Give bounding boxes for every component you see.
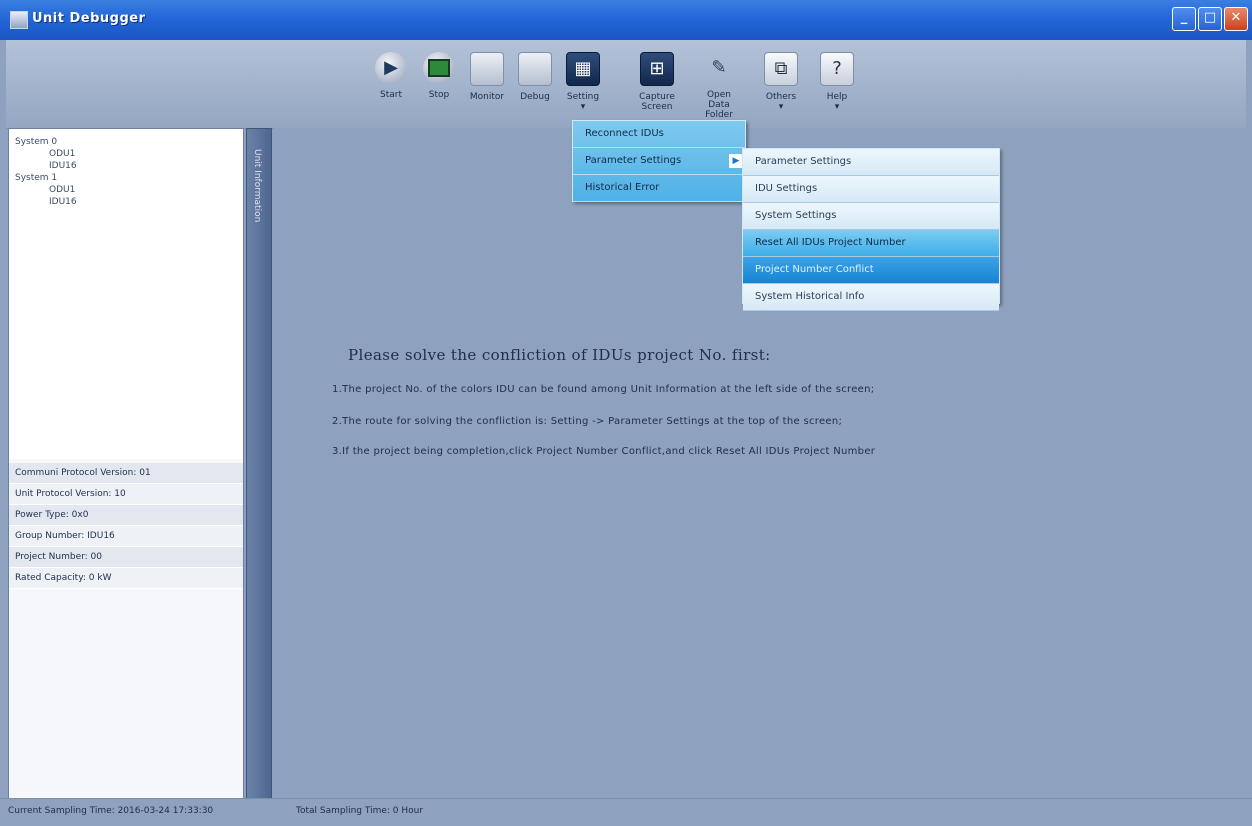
stop-icon — [423, 52, 455, 84]
maximize-button[interactable]: □ — [1198, 7, 1222, 31]
tree-node-idu[interactable]: IDU16 — [49, 197, 77, 207]
others-button[interactable]: ⧉ Others ▾ — [758, 48, 804, 124]
close-button[interactable]: ✕ — [1224, 7, 1248, 31]
monitor-icon — [470, 52, 504, 86]
conflict-message-title: Please solve the confliction of IDUs pro… — [348, 346, 771, 364]
debug-icon — [518, 52, 552, 86]
status-bar: Current Sampling Time: 2016-03-24 17:33:… — [0, 798, 1252, 826]
instruction-line-2: 2.The route for solving the confliction … — [332, 416, 843, 427]
debug-label: Debug — [520, 92, 550, 102]
unit-information-tab[interactable]: Unit Information — [246, 128, 272, 800]
window-title: Unit Debugger — [32, 11, 146, 26]
tree-node-system-0[interactable]: System 0 — [15, 137, 57, 147]
menu-item-system-historical-info[interactable]: System Historical Info — [743, 284, 999, 311]
property-row: Unit Protocol Version: 10 — [9, 484, 243, 505]
play-icon: ▶ — [375, 52, 407, 84]
property-row: Power Type: 0x0 — [9, 505, 243, 526]
tree-node-odu[interactable]: ODU1 — [49, 185, 75, 195]
open-data-label: Open Data — [706, 90, 732, 110]
settings-icon: ▦ — [566, 52, 600, 86]
menu-item-reconnect-idus[interactable]: Reconnect IDUs — [573, 121, 745, 148]
stop-button[interactable]: Stop — [416, 48, 462, 124]
menu-item-parameter-settings-label: Parameter Settings — [585, 155, 682, 166]
instruction-line-1: 1.The project No. of the colors IDU can … — [332, 384, 875, 395]
menu-item-parameter-settings[interactable]: Parameter Settings — [743, 149, 999, 176]
capture-label: Capture — [639, 92, 675, 102]
current-sampling-time: Current Sampling Time: 2016-03-24 17:33:… — [8, 806, 214, 816]
pen-icon: ✎ — [711, 57, 727, 78]
property-row: Rated Capacity: 0 kW — [9, 568, 243, 589]
left-panel: System 0 ODU1 IDU16 System 1 ODU1 IDU16 … — [8, 128, 244, 800]
app-icon — [10, 11, 28, 29]
open-data-sub-label: Folder — [705, 110, 733, 120]
help-button[interactable]: ? Help ▾ — [814, 48, 860, 124]
capture-sub-label: Screen — [641, 102, 673, 112]
submenu-arrow-icon: ▶ — [729, 154, 743, 168]
debug-button[interactable]: Debug — [512, 48, 558, 124]
start-label: Start — [380, 90, 402, 100]
property-row: Communi Protocol Version: 01 — [9, 463, 243, 484]
property-row: Project Number: 00 — [9, 547, 243, 568]
help-icon: ? — [820, 52, 854, 86]
toolbar: ▶ Start Stop Monitor Debug ▦ Setting ▾ ⊞… — [6, 40, 1246, 129]
open-data-folder-button[interactable]: ✎ Open Data Folder — [696, 48, 742, 124]
parameter-settings-submenu: Parameter Settings IDU Settings System S… — [742, 148, 1000, 311]
setting-menu: Reconnect IDUs Parameter Settings ▶ Hist… — [572, 120, 746, 202]
others-dropdown-arrow: ▾ — [778, 102, 784, 112]
total-sampling-time: Total Sampling Time: 0 Hour — [296, 806, 424, 816]
tree-node-odu[interactable]: ODU1 — [49, 149, 75, 159]
others-icon: ⧉ — [764, 52, 798, 86]
menu-item-system-settings[interactable]: System Settings — [743, 203, 999, 230]
menu-item-parameter-settings[interactable]: Parameter Settings ▶ — [573, 148, 745, 175]
help-dropdown-arrow: ▾ — [834, 102, 840, 112]
stop-label: Stop — [428, 90, 450, 100]
capture-icon: ⊞ — [640, 52, 674, 86]
setting-label: Setting — [566, 92, 600, 102]
instruction-line-3: 3.If the project being completion,click … — [332, 446, 876, 457]
title-bar: Unit Debugger _ □ ✕ — [0, 0, 1252, 40]
menu-item-reset-all-idus-project-number[interactable]: Reset All IDUs Project Number — [743, 230, 999, 257]
unit-information-label: Unit Information — [252, 149, 262, 223]
property-row: Group Number: IDU16 — [9, 526, 243, 547]
tree-node-system-1[interactable]: System 1 — [15, 173, 57, 183]
menu-item-idu-settings[interactable]: IDU Settings — [743, 176, 999, 203]
capture-screen-button[interactable]: ⊞ Capture Screen — [634, 48, 680, 124]
others-label: Others — [765, 92, 797, 102]
menu-item-project-number-conflict[interactable]: Project Number Conflict — [743, 257, 999, 284]
monitor-button[interactable]: Monitor — [464, 48, 510, 124]
setting-dropdown-arrow: ▾ — [580, 102, 586, 112]
minimize-button[interactable]: _ — [1172, 7, 1196, 31]
system-tree: System 0 ODU1 IDU16 System 1 ODU1 IDU16 — [9, 129, 243, 459]
unit-properties: Communi Protocol Version: 01 Unit Protoc… — [9, 463, 243, 589]
setting-button[interactable]: ▦ Setting ▾ — [560, 48, 606, 124]
help-label: Help — [826, 92, 848, 102]
menu-item-historical-error[interactable]: Historical Error — [573, 175, 745, 202]
start-button[interactable]: ▶ Start — [368, 48, 414, 124]
monitor-label: Monitor — [469, 92, 505, 102]
tree-node-idu[interactable]: IDU16 — [49, 161, 77, 171]
